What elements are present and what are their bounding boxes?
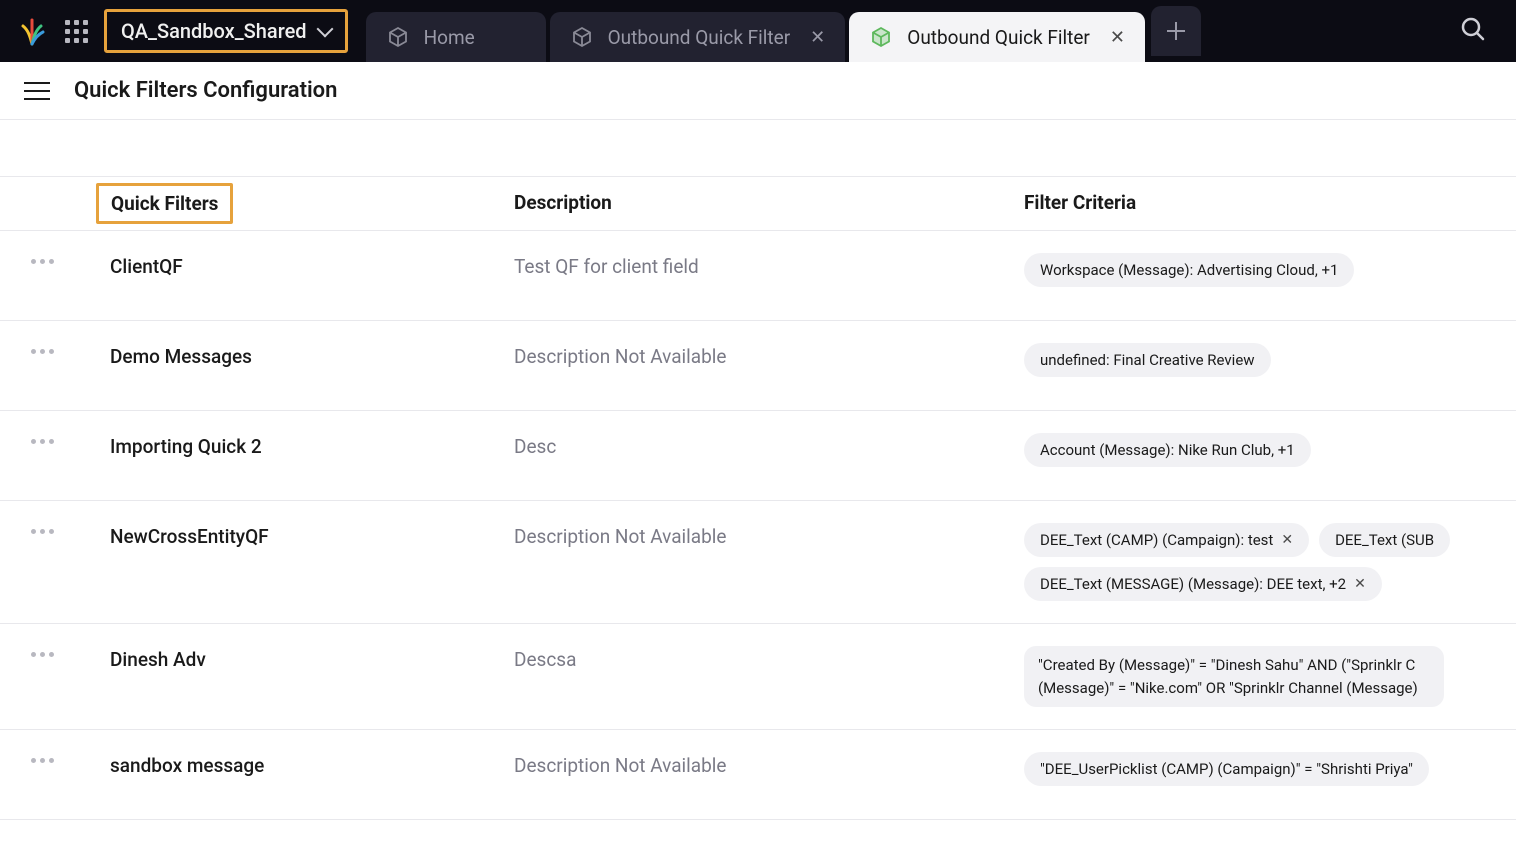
subheader: Quick Filters Configuration <box>0 62 1516 120</box>
row-actions-menu[interactable] <box>31 652 54 657</box>
criteria-chip-text: DEE_Text (CAMP) (Campaign): test <box>1040 531 1273 549</box>
page-title: Quick Filters Configuration <box>74 78 337 103</box>
filter-description: Description Not Available <box>514 343 1024 368</box>
criteria-chip-text: "DEE_UserPicklist (CAMP) (Campaign)" = "… <box>1040 760 1413 778</box>
add-tab-button[interactable] <box>1151 6 1201 56</box>
plus-icon <box>1167 22 1185 40</box>
chevron-down-icon <box>316 21 333 38</box>
filter-name[interactable]: Demo Messages <box>84 343 514 368</box>
close-icon[interactable]: ✕ <box>1281 532 1293 548</box>
criteria-chip[interactable]: DEE_Text (MESSAGE) (Message): DEE text, … <box>1024 567 1382 601</box>
quick-filters-table: Quick Filters Description Filter Criteri… <box>0 120 1516 820</box>
column-header-name[interactable]: Quick Filters <box>96 183 233 224</box>
column-header-criteria[interactable]: Filter Criteria <box>1024 191 1136 214</box>
table-row: Demo MessagesDescription Not Available un… <box>0 321 1516 411</box>
criteria-chip[interactable]: undefined: Final Creative Review <box>1024 343 1271 377</box>
filter-description: Description Not Available <box>514 752 1024 777</box>
filter-name[interactable]: Importing Quick 2 <box>84 433 514 458</box>
tab[interactable]: Outbound Quick Filter ✕ <box>849 12 1145 62</box>
logo-icon <box>16 15 48 47</box>
filter-criteria-cell: "Created By (Message)" = "Dinesh Sahu" A… <box>1024 646 1516 707</box>
cube-icon <box>386 25 410 49</box>
workspace-name: QA_Sandbox_Shared <box>121 19 307 43</box>
filter-name[interactable]: ClientQF <box>84 253 514 278</box>
search-button[interactable] <box>1460 16 1486 46</box>
table-row: Dinesh AdvDescsa "Created By (Message)" =… <box>0 624 1516 730</box>
table-header-row: Quick Filters Description Filter Criteri… <box>0 176 1516 231</box>
filter-description: Desc <box>514 433 1024 458</box>
table-row: Importing Quick 2Desc Account (Message): … <box>0 411 1516 501</box>
row-actions-menu[interactable] <box>31 529 54 534</box>
criteria-chip[interactable]: "DEE_UserPicklist (CAMP) (Campaign)" = "… <box>1024 752 1429 786</box>
criteria-chip-text: Account (Message): Nike Run Club, +1 <box>1040 441 1295 459</box>
close-icon[interactable]: ✕ <box>1110 27 1125 48</box>
tab-strip: HomeOutbound Quick Filter✕Outbound Quick… <box>366 0 1145 62</box>
search-icon <box>1460 16 1486 42</box>
row-actions-menu[interactable] <box>31 439 54 444</box>
close-icon[interactable]: ✕ <box>810 27 825 48</box>
criteria-chip-text: Workspace (Message): Advertising Cloud, … <box>1040 261 1338 279</box>
row-actions-menu[interactable] <box>31 349 54 354</box>
row-actions-menu[interactable] <box>31 758 54 763</box>
table-row: sandbox messageDescription Not Available… <box>0 730 1516 820</box>
filter-name[interactable]: Dinesh Adv <box>84 646 514 671</box>
menu-button[interactable] <box>24 82 50 100</box>
tab-label: Outbound Quick Filter <box>907 26 1090 49</box>
row-actions-menu[interactable] <box>31 259 54 264</box>
cube-icon <box>869 25 893 49</box>
criteria-chip[interactable]: Workspace (Message): Advertising Cloud, … <box>1024 253 1354 287</box>
tab-label: Outbound Quick Filter <box>608 26 791 49</box>
filter-criteria-cell: DEE_Text (CAMP) (Campaign): test✕DEE_Tex… <box>1024 523 1516 601</box>
filter-criteria-cell: "DEE_UserPicklist (CAMP) (Campaign)" = "… <box>1024 752 1516 786</box>
tab[interactable]: Outbound Quick Filter ✕ <box>550 12 846 62</box>
criteria-chip[interactable]: DEE_Text (SUB <box>1319 523 1450 557</box>
criteria-chip-text: "Created By (Message)" = "Dinesh Sahu" A… <box>1038 654 1430 699</box>
column-header-description[interactable]: Description <box>514 191 612 214</box>
filter-criteria-cell: Account (Message): Nike Run Club, +1 <box>1024 433 1516 467</box>
criteria-chip-text: undefined: Final Creative Review <box>1040 351 1255 369</box>
criteria-chip-text: DEE_Text (MESSAGE) (Message): DEE text, … <box>1040 575 1346 593</box>
filter-name[interactable]: NewCrossEntityQF <box>84 523 514 548</box>
criteria-chip[interactable]: DEE_Text (CAMP) (Campaign): test ✕ <box>1024 523 1309 557</box>
filter-criteria-cell: undefined: Final Creative Review <box>1024 343 1516 377</box>
workspace-selector[interactable]: QA_Sandbox_Shared <box>104 9 348 53</box>
top-bar: QA_Sandbox_Shared Home Outbound Quick Fil… <box>0 0 1516 62</box>
filter-criteria-cell: Workspace (Message): Advertising Cloud, … <box>1024 253 1516 287</box>
criteria-chip-text: DEE_Text (SUB <box>1335 531 1434 549</box>
filter-description: Descsa <box>514 646 1024 671</box>
table-row: ClientQFTest QF for client field Workspac… <box>0 231 1516 321</box>
filter-name[interactable]: sandbox message <box>84 752 514 777</box>
filter-description: Test QF for client field <box>514 253 1024 278</box>
apps-launcher-icon[interactable] <box>60 15 92 47</box>
criteria-chip[interactable]: Account (Message): Nike Run Club, +1 <box>1024 433 1311 467</box>
close-icon[interactable]: ✕ <box>1354 576 1366 592</box>
filter-description: Description Not Available <box>514 523 1024 548</box>
criteria-chip[interactable]: "Created By (Message)" = "Dinesh Sahu" A… <box>1024 646 1444 707</box>
table-row: NewCrossEntityQFDescription Not Availabl… <box>0 501 1516 624</box>
tab[interactable]: Home <box>366 12 546 62</box>
tab-label: Home <box>424 26 475 49</box>
cube-icon <box>570 25 594 49</box>
